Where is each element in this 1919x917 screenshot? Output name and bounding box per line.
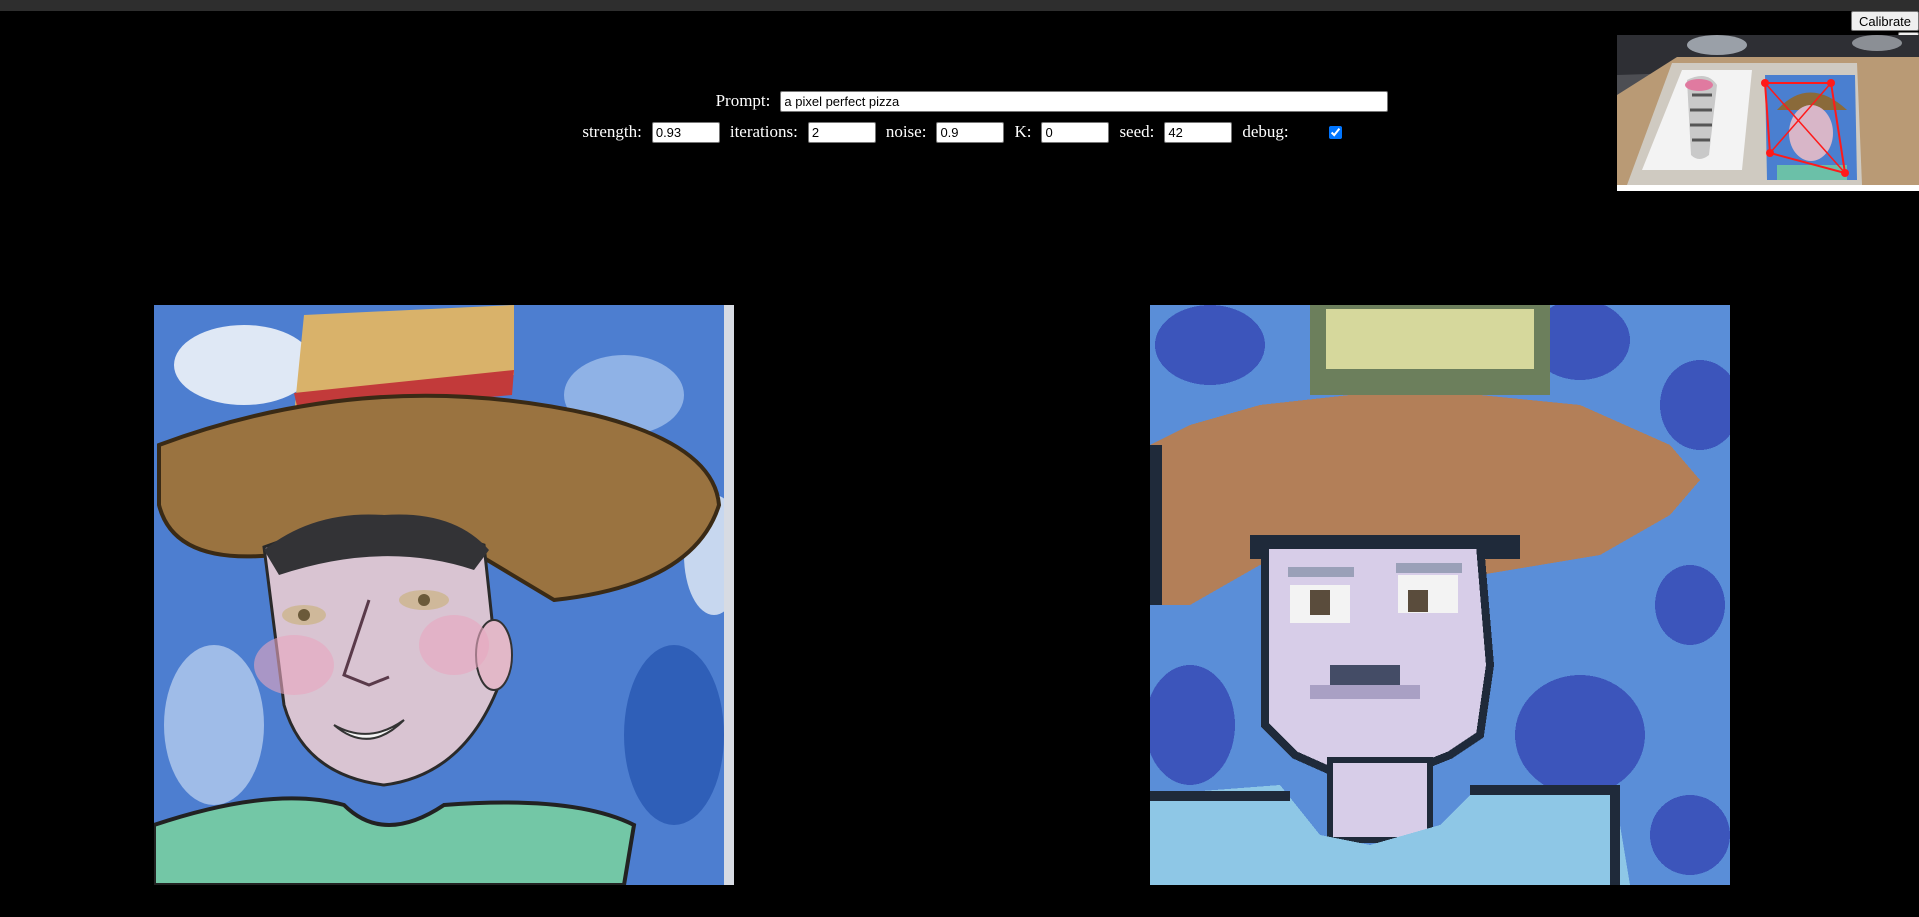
- iterations-input[interactable]: [807, 121, 876, 143]
- k-label: K:: [1014, 122, 1032, 141]
- iterations-label: iterations:: [729, 122, 798, 141]
- noise-label: noise:: [885, 122, 927, 141]
- pixel-art-portrait: [1150, 305, 1730, 885]
- output-image: [1150, 305, 1730, 885]
- calibrate-button[interactable]: Calibrate: [1851, 11, 1919, 31]
- seed-input[interactable]: [1164, 121, 1233, 143]
- noise-input[interactable]: [936, 121, 1005, 143]
- seed-label: seed:: [1119, 122, 1155, 141]
- input-image: [154, 305, 734, 885]
- camera-preview-image: [1617, 35, 1919, 191]
- prompt-input[interactable]: [780, 90, 1389, 112]
- strength-input[interactable]: [651, 121, 720, 143]
- debug-checkbox[interactable]: [1328, 125, 1342, 139]
- browser-top-bar: [0, 0, 1919, 11]
- k-input[interactable]: [1041, 121, 1110, 143]
- watercolor-portrait: [154, 305, 734, 885]
- prompt-label: Prompt:: [715, 91, 771, 110]
- camera-preview: [1617, 35, 1919, 191]
- strength-label: strength:: [582, 122, 642, 141]
- debug-label: debug:: [1242, 122, 1289, 141]
